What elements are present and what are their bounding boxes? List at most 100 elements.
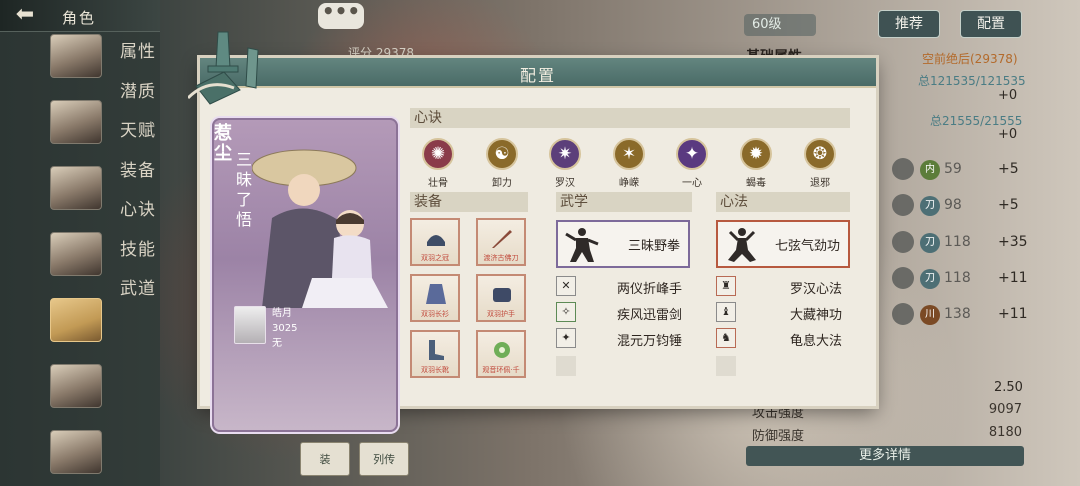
- hp-plus: +0: [998, 88, 1018, 103]
- character-portrait-selected[interactable]: [50, 298, 102, 342]
- stat-row: 刀 98 +5: [878, 194, 1028, 220]
- menu-xinjue[interactable]: 心诀: [120, 198, 170, 238]
- stat-bonus: +35: [998, 234, 1028, 250]
- character-card[interactable]: 惹尘 三昧了悟 皓月 3025 无: [212, 118, 398, 432]
- xinjue-item[interactable]: ☯ 卸力: [482, 138, 522, 189]
- character-portrait[interactable]: [50, 100, 102, 144]
- top-bar: ⬅ 角色: [0, 0, 160, 32]
- pet-power: 3025: [272, 323, 298, 334]
- xinfa-slot[interactable]: ♞ 龟息大法: [716, 328, 846, 350]
- wuxue-name: 两仪折峰手: [616, 282, 682, 297]
- character-portrait[interactable]: [50, 364, 102, 408]
- defense-label: 防御强度: [752, 429, 805, 444]
- xinjue-icon: ❂: [804, 138, 836, 170]
- xinjue-item[interactable]: ❂ 退邪: [800, 138, 840, 189]
- attack-value: 9097: [988, 402, 1022, 417]
- defense-value: 8180: [988, 425, 1022, 440]
- xinfa-slot-empty[interactable]: [716, 356, 846, 378]
- stat-row: 内 59 +5: [878, 158, 1028, 184]
- xinfa-slot[interactable]: ♝ 大藏神功: [716, 302, 846, 324]
- pet-avatar: [234, 306, 266, 344]
- equip-name: 双羽长靴: [421, 366, 449, 374]
- side-menu: 属性 潜质 天赋 装备 心诀 技能 武道: [120, 40, 170, 317]
- xinjue-label: 卸力: [492, 178, 512, 189]
- wuxue-slot[interactable]: ✦ 混元万钧锤: [556, 328, 686, 350]
- config-button[interactable]: 配置: [960, 10, 1022, 38]
- xinjue-icon: ☯: [486, 138, 518, 170]
- page-title: 角色: [62, 9, 97, 27]
- pet-extra: 无: [272, 338, 282, 349]
- boots-icon: [429, 340, 444, 360]
- xinjue-item[interactable]: ✺ 壮骨: [418, 138, 458, 189]
- equipment-section-header: 装备: [410, 192, 528, 212]
- menu-wudao[interactable]: 武道: [120, 277, 170, 317]
- stat-value: 98: [944, 197, 962, 213]
- stat-value: 59: [944, 161, 962, 177]
- menu-equipment[interactable]: 装备: [120, 159, 170, 199]
- skill-icon: ✕: [556, 276, 576, 296]
- xinjue-icon: ✹: [740, 138, 772, 170]
- menu-skills[interactable]: 技能: [120, 238, 170, 278]
- xinjue-label: 罗汉: [555, 178, 575, 189]
- equip-slot-helmet[interactable]: 双羽之冠: [410, 218, 460, 266]
- menu-potential[interactable]: 潜质: [120, 80, 170, 120]
- pet-info: 皓月 3025 无: [272, 306, 332, 351]
- stat-bonus: +5: [998, 161, 1019, 177]
- more-options-button[interactable]: •••: [318, 1, 364, 29]
- helmet-icon: [427, 235, 445, 246]
- xinjue-row: ✺ 壮骨 ☯ 卸力 ✷ 罗汉 ✶ 峥嵘 ✦ 一心 ✹ 蝎毒 ❂ 退邪: [414, 138, 844, 192]
- xinjue-item[interactable]: ✷ 罗汉: [545, 138, 585, 189]
- back-arrow-icon[interactable]: ⬅: [6, 4, 44, 28]
- pet-box[interactable]: 皓月 3025 无: [234, 306, 297, 349]
- wuxue-name: 混元万钧锤: [616, 334, 682, 349]
- xinfa-main-slot[interactable]: 七弦气劲功: [716, 220, 850, 268]
- xinjue-item[interactable]: ✹ 蝎毒: [736, 138, 776, 189]
- xinjue-label: 峥嵘: [619, 178, 639, 189]
- stat-badge: 川: [920, 305, 940, 325]
- character-portrait[interactable]: [50, 430, 102, 474]
- xinjue-icon: ✦: [676, 138, 708, 170]
- character-portrait[interactable]: [50, 34, 102, 78]
- tab-biography[interactable]: 列传: [359, 442, 410, 476]
- character-portrait[interactable]: [50, 166, 102, 210]
- menu-talent[interactable]: 天赋: [120, 119, 170, 159]
- xinjue-item[interactable]: ✶ 峥嵘: [609, 138, 649, 189]
- robe-icon: [426, 284, 446, 304]
- xinfa-main-name: 七弦气劲功: [774, 239, 840, 254]
- wuxue-slot[interactable]: ✧ 疾风迅雷剑: [556, 302, 686, 324]
- character-name: 惹尘: [214, 123, 232, 164]
- more-details-button[interactable]: 更多详情: [746, 446, 1024, 466]
- defense-stat: 防御强度 8180: [752, 425, 1022, 444]
- xinfa-slot[interactable]: ♜ 罗汉心法: [716, 276, 846, 298]
- equip-slot-gloves[interactable]: 双羽护手: [476, 274, 526, 322]
- xinjue-icon: ✷: [549, 138, 581, 170]
- stat-bonus: +5: [998, 197, 1019, 213]
- wuxue-section-header: 武学: [556, 192, 692, 212]
- wuxue-main-slot[interactable]: 三昧野拳: [556, 220, 690, 268]
- empty-slot: [556, 356, 576, 376]
- character-portrait[interactable]: [50, 232, 102, 276]
- xinjue-item[interactable]: ✦ 一心: [672, 138, 712, 189]
- skill-icon: ✧: [556, 302, 576, 322]
- equip-slot-accessory[interactable]: 观音环佩·千: [476, 330, 526, 378]
- config-dialog: 配置 惹尘 三昧了悟 皓月 3025 无 心诀 ✺ 壮骨 ☯ 卸力 ✷ 罗汉 ✶…: [188, 31, 876, 432]
- attack-label: 攻击强度: [752, 406, 805, 421]
- wuxue-slot[interactable]: ✕ 两仪折峰手: [556, 276, 686, 298]
- stat-value: 138: [944, 306, 971, 322]
- xinfa-name: 罗汉心法: [789, 282, 842, 297]
- menu-attributes[interactable]: 属性: [120, 40, 170, 80]
- recommend-button[interactable]: 推荐: [878, 10, 940, 38]
- wuxue-slot-empty[interactable]: [556, 356, 686, 378]
- equip-slot-boots[interactable]: 双羽长靴: [410, 330, 460, 378]
- stat-bonus: +11: [998, 270, 1028, 286]
- tab-equip[interactable]: 装: [300, 442, 350, 476]
- stat-row: 刀 118 +35: [878, 231, 1028, 257]
- pet-name: 皓月: [272, 308, 292, 319]
- martial-artist-icon: [565, 228, 599, 262]
- stat-value: 118: [944, 234, 971, 250]
- equip-slot-weapon[interactable]: 渡济古佛刀: [476, 218, 526, 266]
- pendant-icon: [494, 342, 510, 358]
- skill-icon: ♝: [716, 302, 736, 322]
- stat-badge: 刀: [920, 269, 940, 289]
- equip-slot-robe[interactable]: 双羽长衫: [410, 274, 460, 322]
